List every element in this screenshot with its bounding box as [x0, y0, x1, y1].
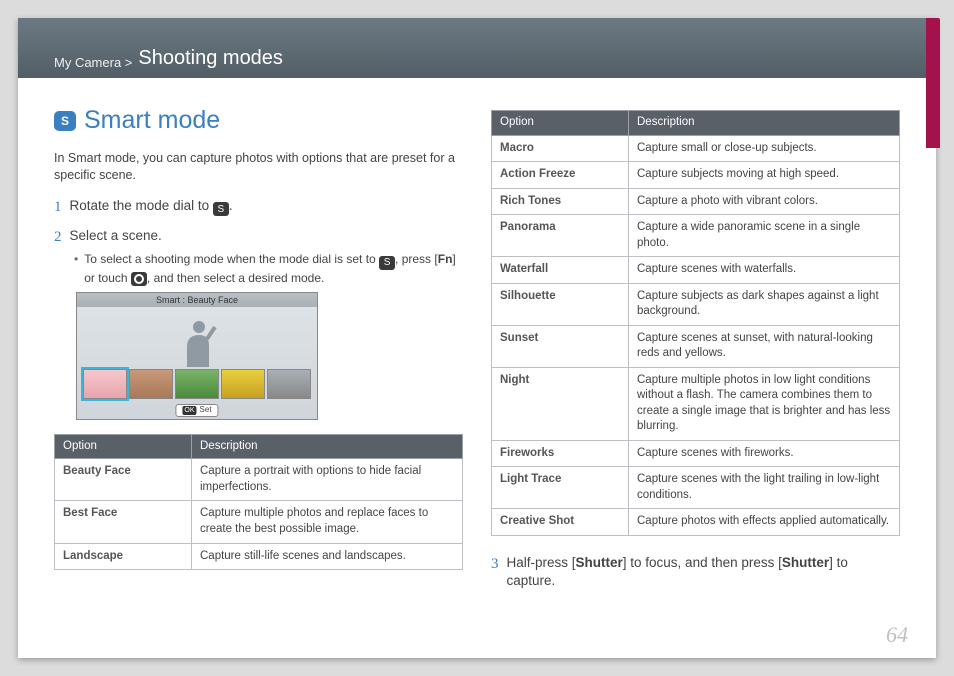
table-row: LandscapeCapture still-life scenes and l… [55, 543, 463, 570]
option-description: Capture scenes with fireworks. [629, 440, 900, 467]
thumb-item [175, 369, 219, 399]
table-row: NightCapture multiple photos in low ligh… [492, 367, 900, 440]
step-3: 3 Half-press [Shutter] to focus, and the… [491, 554, 900, 590]
section-title: Smart mode [84, 104, 220, 138]
step-number: 1 [54, 197, 62, 217]
set-label: Set [200, 405, 212, 416]
screenshot-title: Smart : Beauty Face [77, 293, 317, 307]
option-description: Capture multiple photos and replace face… [192, 501, 463, 543]
step-2-bullet: To select a shooting mode when the mode … [74, 251, 463, 286]
table-row: Best FaceCapture multiple photos and rep… [55, 501, 463, 543]
option-name: Silhouette [492, 283, 629, 325]
table-row: WaterfallCapture scenes with waterfalls. [492, 257, 900, 284]
option-name: Beauty Face [55, 459, 192, 501]
option-name: Macro [492, 135, 629, 162]
page-accent [926, 18, 940, 148]
intro-text: In Smart mode, you can capture photos wi… [54, 150, 463, 184]
step-2: 2 Select a scene. [54, 227, 463, 247]
col-option: Option [492, 111, 629, 136]
breadcrumb-title: Shooting modes [138, 47, 283, 70]
section-heading: S Smart mode [54, 104, 463, 138]
option-description: Capture a portrait with options to hide … [192, 459, 463, 501]
step-text: Half-press [Shutter] to focus, and then … [507, 554, 901, 590]
s-icon: S [379, 256, 395, 270]
option-name: Action Freeze [492, 162, 629, 189]
option-description: Capture scenes with waterfalls. [629, 257, 900, 284]
option-name: Night [492, 367, 629, 440]
option-name: Fireworks [492, 440, 629, 467]
option-name: Light Trace [492, 467, 629, 509]
table1-body: Beauty FaceCapture a portrait with optio… [55, 459, 463, 570]
manual-page: My Camera > Shooting modes S Smart mode … [18, 18, 936, 658]
table2-body: MacroCapture small or close-up subjects.… [492, 135, 900, 535]
option-description: Capture multiple photos in low light con… [629, 367, 900, 440]
table-row: Rich TonesCapture a photo with vibrant c… [492, 188, 900, 215]
ok-button-icon: OK [182, 406, 196, 415]
thumb-item [129, 369, 173, 399]
table-row: PanoramaCapture a wide panoramic scene i… [492, 215, 900, 257]
option-description: Capture scenes with the light trailing i… [629, 467, 900, 509]
page-number: 64 [886, 622, 908, 648]
option-name: Landscape [55, 543, 192, 570]
col-option: Option [55, 434, 192, 459]
col-description: Description [629, 111, 900, 136]
option-description: Capture a photo with vibrant colors. [629, 188, 900, 215]
thumbnail-row [83, 369, 311, 399]
table-row: Beauty FaceCapture a portrait with optio… [55, 459, 463, 501]
smart-mode-icon: S [54, 111, 76, 131]
option-name: Best Face [55, 501, 192, 543]
option-description: Capture subjects as dark shapes against … [629, 283, 900, 325]
option-name: Rich Tones [492, 188, 629, 215]
option-description: Capture still-life scenes and landscapes… [192, 543, 463, 570]
table-row: MacroCapture small or close-up subjects. [492, 135, 900, 162]
table-row: SilhouetteCapture subjects as dark shape… [492, 283, 900, 325]
options-table-1: Option Description Beauty FaceCapture a … [54, 434, 463, 570]
option-description: Capture small or close-up subjects. [629, 135, 900, 162]
table-row: SunsetCapture scenes at sunset, with nat… [492, 325, 900, 367]
col-description: Description [192, 434, 463, 459]
page-header: My Camera > Shooting modes [18, 18, 936, 78]
left-column: S Smart mode In Smart mode, you can capt… [54, 86, 463, 630]
thumb-item [267, 369, 311, 399]
right-column: Option Description MacroCapture small or… [491, 86, 900, 630]
step-text: Rotate the mode dial to S. [70, 197, 233, 217]
option-name: Panorama [492, 215, 629, 257]
page-content: S Smart mode In Smart mode, you can capt… [54, 86, 900, 630]
step-text: Select a scene. [70, 227, 162, 247]
breadcrumb-prefix: My Camera > [54, 55, 132, 70]
mode-select-screenshot: Smart : Beauty Face OK Set [76, 292, 318, 420]
table-row: Creative ShotCapture photos with effects… [492, 509, 900, 536]
option-description: Capture scenes at sunset, with natural-l… [629, 325, 900, 367]
table-row: FireworksCapture scenes with fireworks. [492, 440, 900, 467]
option-description: Capture subjects moving at high speed. [629, 162, 900, 189]
step-number: 2 [54, 227, 62, 247]
option-name: Sunset [492, 325, 629, 367]
option-description: Capture a wide panoramic scene in a sing… [629, 215, 900, 257]
options-table-2: Option Description MacroCapture small or… [491, 110, 900, 536]
thumb-beauty-face [83, 369, 127, 399]
step-number: 3 [491, 554, 499, 590]
thumb-item [221, 369, 265, 399]
camera-icon [131, 272, 147, 286]
ok-set-bar: OK Set [175, 404, 218, 417]
person-silhouette-icon [177, 317, 217, 367]
table-row: Light TraceCapture scenes with the light… [492, 467, 900, 509]
option-name: Creative Shot [492, 509, 629, 536]
option-name: Waterfall [492, 257, 629, 284]
step-1: 1 Rotate the mode dial to S. [54, 197, 463, 217]
table-row: Action FreezeCapture subjects moving at … [492, 162, 900, 189]
fn-key: Fn [438, 252, 453, 266]
s-icon: S [213, 202, 229, 216]
option-description: Capture photos with effects applied auto… [629, 509, 900, 536]
